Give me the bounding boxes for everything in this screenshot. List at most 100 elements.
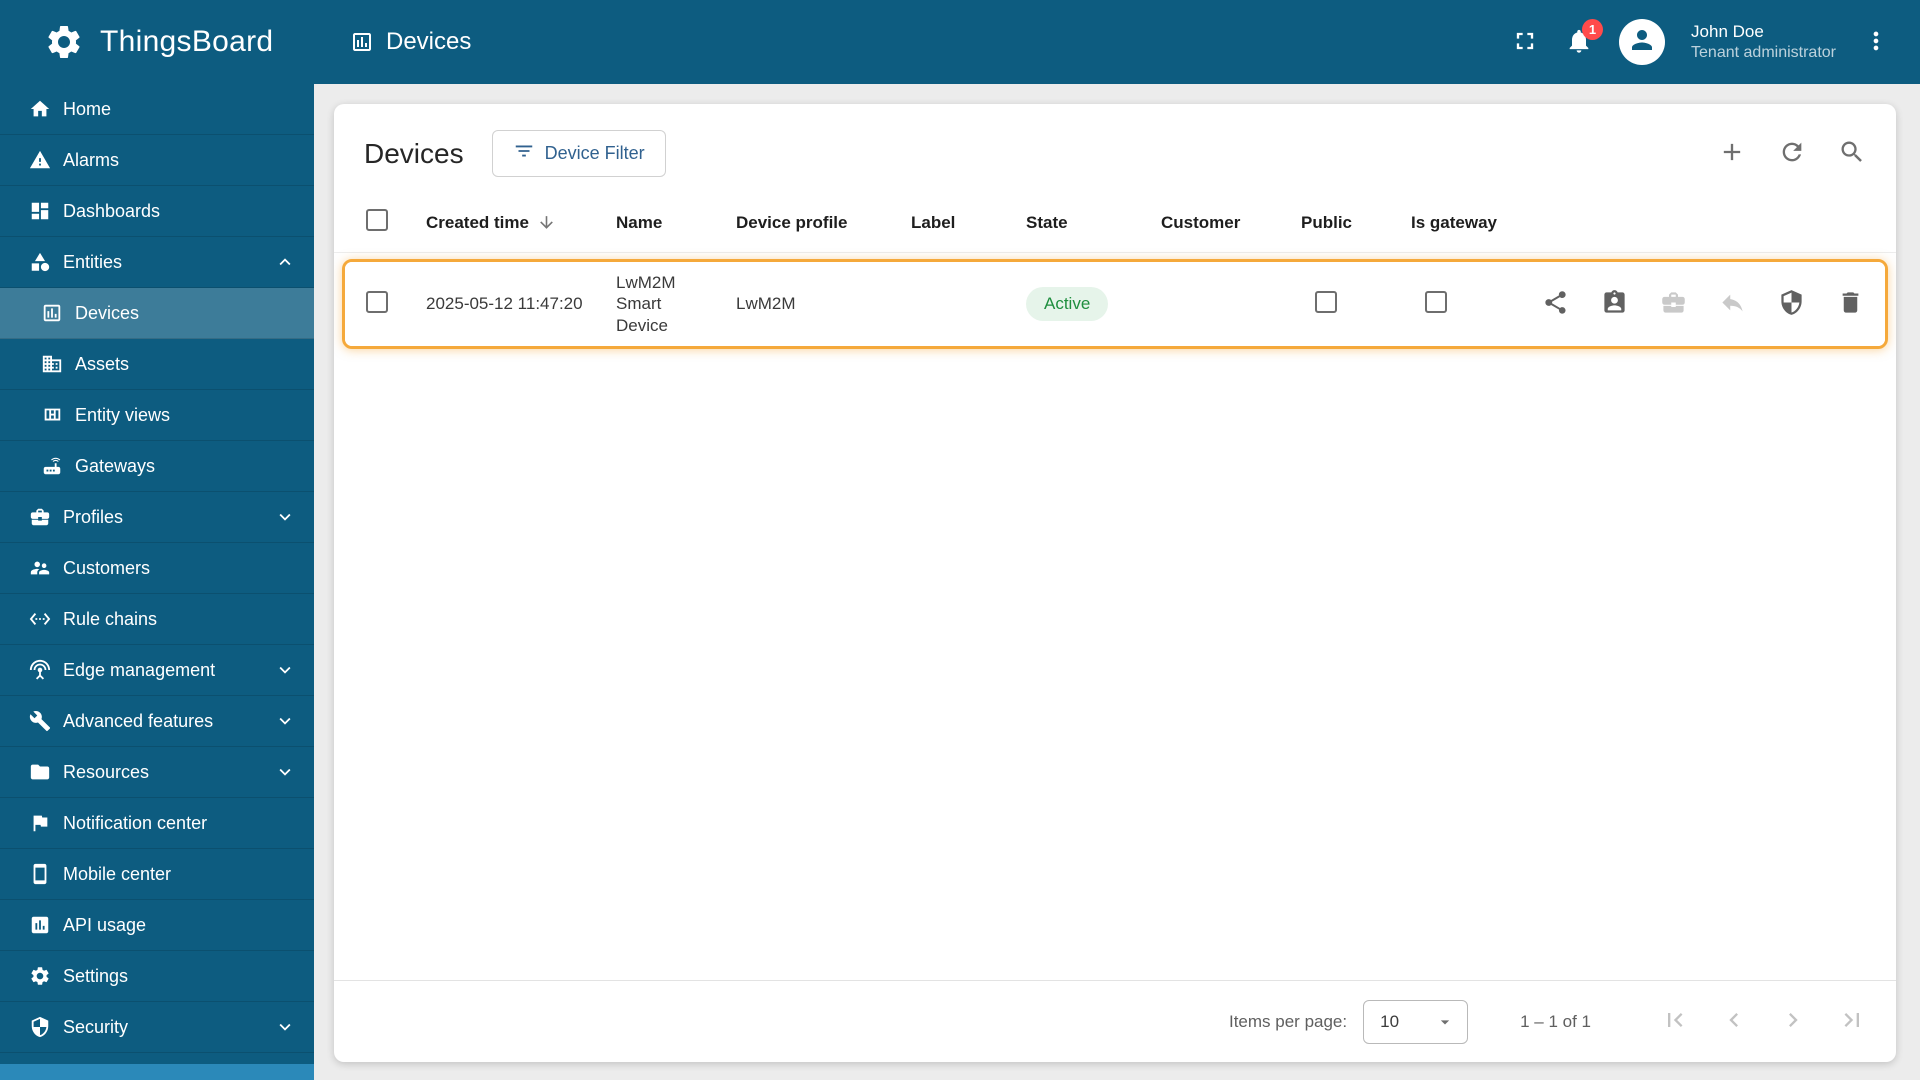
card-title: Devices: [364, 137, 464, 169]
main-content: Devices Device Filter Created time Name …: [314, 84, 1920, 1080]
manage-credentials-button[interactable]: [1778, 289, 1805, 319]
sidebar-item-security[interactable]: Security: [0, 1002, 314, 1053]
items-per-page-select[interactable]: 10: [1363, 999, 1469, 1044]
refresh-icon: [1778, 138, 1806, 169]
pagination-controls: [1661, 1006, 1866, 1037]
sidebar-item-home[interactable]: Home: [0, 84, 314, 135]
column-created-time[interactable]: Created time: [426, 213, 616, 233]
sidebar-item-label: Entities: [63, 251, 123, 272]
sort-desc-icon: [537, 213, 556, 232]
status-badge: Active: [1026, 287, 1109, 321]
share-button[interactable]: [1542, 289, 1569, 319]
header-actions: 1 John Doe Tenant administrator: [1511, 18, 1890, 65]
column-device-profile[interactable]: Device profile: [736, 213, 911, 233]
row-checkbox[interactable]: [366, 290, 388, 313]
avatar[interactable]: [1619, 19, 1666, 65]
sidebar-item-resources[interactable]: Resources: [0, 747, 314, 798]
sidebar-item-customers[interactable]: Customers: [0, 543, 314, 594]
first-page-button[interactable]: [1661, 1006, 1689, 1037]
share-icon: [1542, 289, 1569, 319]
unassign-from-customer-button[interactable]: [1719, 289, 1746, 319]
delete-button[interactable]: [1837, 289, 1864, 319]
column-is-gateway[interactable]: Is gateway: [1411, 213, 1531, 233]
sidebar-item-assets[interactable]: Assets: [0, 339, 314, 390]
sidebar-item-devices[interactable]: Devices: [0, 288, 314, 339]
top-header: ThingsBoard Devices 1 John Doe Tenant ad…: [0, 0, 1920, 84]
column-label[interactable]: Label: [911, 213, 1026, 233]
chevron-down-icon: [274, 506, 296, 528]
chevron-left-icon: [1720, 1006, 1748, 1037]
make-private-button[interactable]: [1660, 289, 1687, 319]
sidebar-item-advanced-features[interactable]: Advanced features: [0, 696, 314, 747]
page-header: Devices: [350, 28, 471, 56]
warning-icon: [28, 148, 52, 172]
building-icon: [40, 352, 64, 376]
sidebar-item-dashboards[interactable]: Dashboards: [0, 186, 314, 237]
gear-icon: [28, 964, 52, 988]
sidebar-item-label: Security: [63, 1016, 129, 1037]
add-device-button[interactable]: [1718, 138, 1746, 169]
chevron-up-icon: [274, 251, 296, 273]
column-public[interactable]: Public: [1301, 213, 1411, 233]
table-row[interactable]: 2025-05-12 11:47:20 LwM2M Smart Device L…: [345, 262, 1885, 346]
sidebar-item-alarms[interactable]: Alarms: [0, 135, 314, 186]
column-customer[interactable]: Customer: [1161, 213, 1301, 233]
antenna-icon: [28, 658, 52, 682]
sidebar-item-edge-management[interactable]: Edge management: [0, 645, 314, 696]
sidebar-item-rule-chains[interactable]: Rule chains: [0, 594, 314, 645]
sidebar-item-mobile-center[interactable]: Mobile center: [0, 849, 314, 900]
next-page-button[interactable]: [1779, 1006, 1807, 1037]
first-page-icon: [1661, 1006, 1689, 1037]
sidebar-item-label: Mobile center: [63, 863, 172, 884]
sidebar-item-label: Profiles: [63, 506, 124, 527]
row-actions: [1531, 289, 1866, 319]
trash-icon: [1837, 289, 1864, 319]
fullscreen-button[interactable]: [1511, 27, 1539, 58]
brand[interactable]: ThingsBoard: [42, 20, 314, 64]
is-gateway-checkbox[interactable]: [1425, 290, 1447, 313]
column-name[interactable]: Name: [616, 213, 736, 233]
devices-page-icon: [350, 30, 374, 54]
wrench-icon: [28, 709, 52, 733]
sidebar-item-entities[interactable]: Entities: [0, 237, 314, 288]
table-toolbar-actions: [1718, 138, 1866, 169]
highlighted-row-outline: 2025-05-12 11:47:20 LwM2M Smart Device L…: [342, 259, 1888, 349]
sidebar-item-profiles[interactable]: Profiles: [0, 492, 314, 543]
cell-state: Active: [1026, 287, 1161, 321]
fullscreen-icon: [1511, 27, 1539, 58]
sidebar-item-label: Entity views: [75, 404, 171, 425]
column-state[interactable]: State: [1026, 213, 1161, 233]
briefcase-icon: [1660, 289, 1687, 319]
sidebar-item-api-usage[interactable]: API usage: [0, 900, 314, 951]
smartphone-icon: [28, 862, 52, 886]
thingsboard-logo-icon: [42, 20, 86, 64]
items-per-page-label: Items per page:: [1228, 1011, 1348, 1031]
sidebar-item-settings[interactable]: Settings: [0, 951, 314, 1002]
assign-to-customer-button[interactable]: [1601, 289, 1628, 319]
previous-page-button[interactable]: [1720, 1006, 1748, 1037]
sidebar-item-entity-views[interactable]: Entity views: [0, 390, 314, 441]
kebab-menu-icon: [1862, 27, 1890, 58]
sidebar-item-label: Resources: [63, 761, 150, 782]
sidebar-item-notification-center[interactable]: Notification center: [0, 798, 314, 849]
user-name: John Doe: [1691, 21, 1764, 41]
last-page-button[interactable]: [1838, 1006, 1866, 1037]
sidebar-item-gateways[interactable]: Gateways: [0, 441, 314, 492]
select-all-checkbox[interactable]: [366, 209, 388, 231]
home-icon: [28, 97, 52, 121]
ethernet-icon: [28, 607, 52, 631]
sidebar-item-label: Alarms: [63, 149, 120, 170]
search-icon: [1838, 138, 1866, 169]
router-icon: [40, 454, 64, 478]
notifications-button[interactable]: 1: [1565, 18, 1604, 58]
public-checkbox[interactable]: [1315, 290, 1337, 313]
cell-name: LwM2M Smart Device: [616, 273, 676, 335]
device-filter-button[interactable]: Device Filter: [491, 130, 666, 177]
header-menu-button[interactable]: [1862, 27, 1890, 58]
sidebar-item-label: API usage: [63, 914, 147, 935]
assign-customer-icon: [1601, 289, 1628, 319]
chevron-down-icon: [274, 761, 296, 783]
search-button[interactable]: [1838, 138, 1866, 169]
refresh-button[interactable]: [1778, 138, 1806, 169]
